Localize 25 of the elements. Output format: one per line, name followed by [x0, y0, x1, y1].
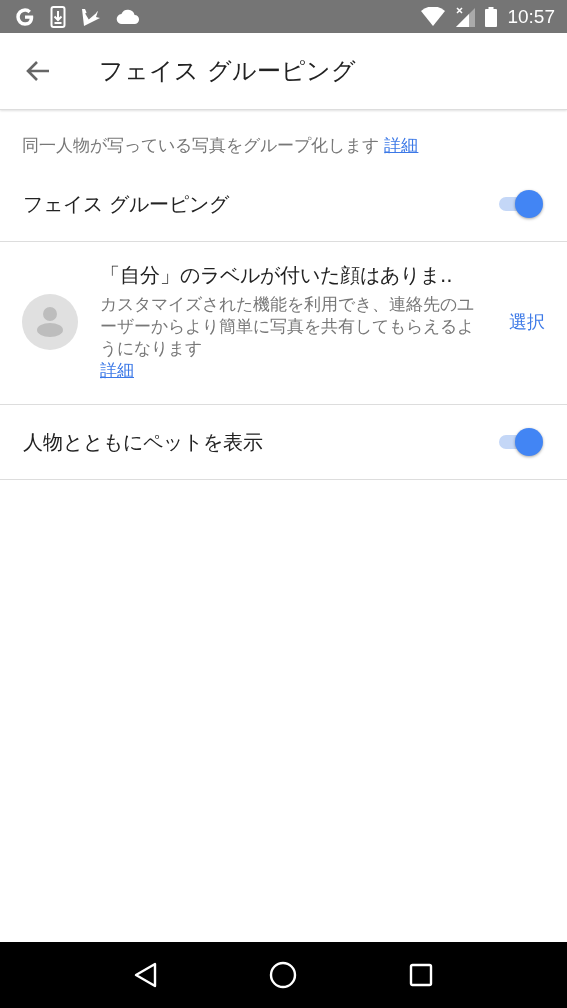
- download-phone-icon: [50, 5, 66, 28]
- back-icon[interactable]: [133, 962, 158, 988]
- back-arrow-icon: [25, 60, 51, 82]
- details-link[interactable]: 詳細: [384, 135, 419, 155]
- setting-label: フェイス グルーピング: [23, 190, 230, 218]
- battery-icon: [485, 6, 498, 27]
- self-label-description: カスタマイズされた機能を利用でき、連絡先のユーザーからより簡単に写真を共有してもらえるようになります: [100, 293, 475, 359]
- google-g-icon: [14, 5, 36, 28]
- recents-icon[interactable]: [409, 963, 434, 987]
- home-icon[interactable]: [269, 961, 298, 989]
- screen-title: フェイス グルーピング: [99, 56, 356, 87]
- intro-text: 同一人物が写っている写真をグループ化します 詳細: [22, 134, 420, 157]
- setting-label: 人物とともにペットを表示: [23, 428, 263, 456]
- wifi-icon: [421, 6, 446, 27]
- cellular-signal-icon: [455, 6, 476, 27]
- avatar-icon: [22, 294, 78, 350]
- status-time: 10:57: [507, 5, 555, 28]
- toggle-switch[interactable]: [497, 428, 541, 456]
- details-link[interactable]: 詳細: [100, 359, 134, 382]
- self-label-title: 「自分」のラベルが付いた顔はありま..: [100, 262, 453, 289]
- select-button[interactable]: 選択: [509, 306, 545, 338]
- cloud-icon: [116, 8, 140, 25]
- toggle-switch[interactable]: [497, 190, 541, 218]
- setting-row[interactable]: フェイス グルーピング: [0, 167, 567, 242]
- setting-row[interactable]: 人物とともにペットを表示: [0, 405, 567, 480]
